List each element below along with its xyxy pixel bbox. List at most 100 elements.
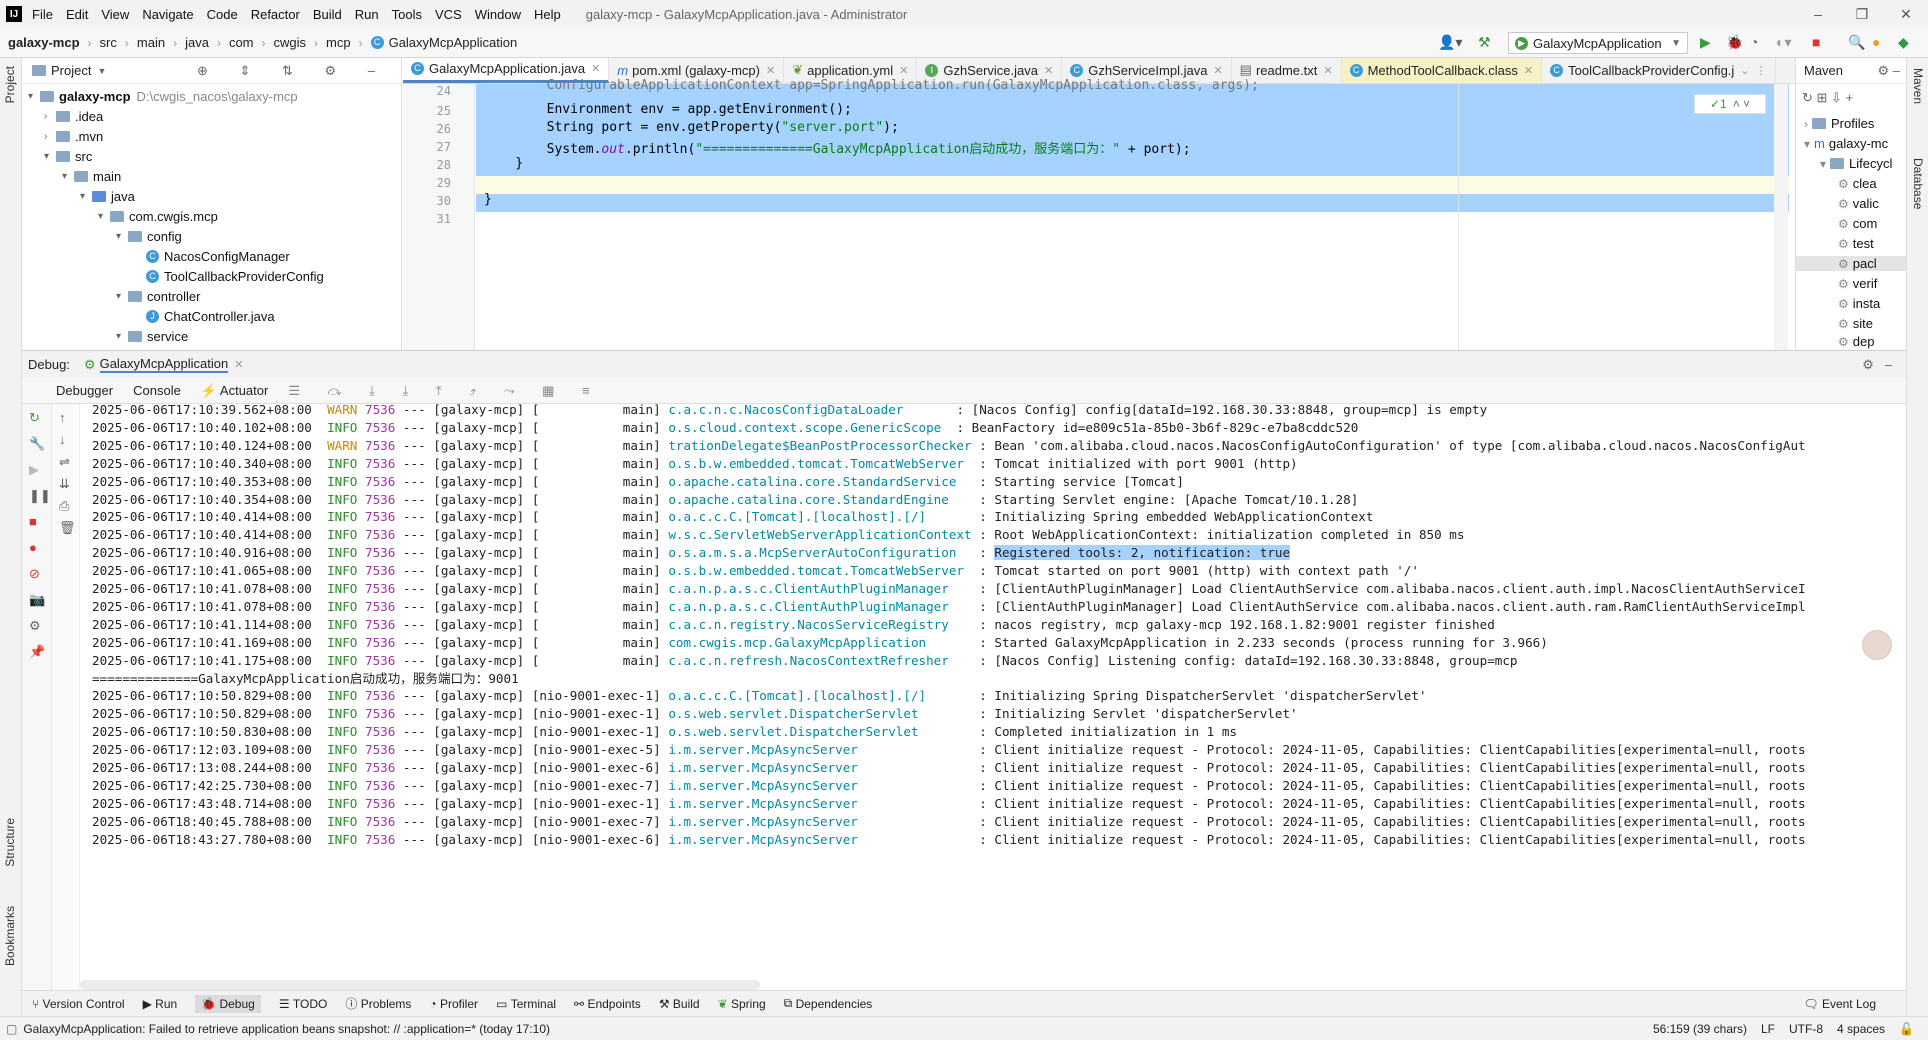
wrench-icon[interactable]: 🔧: [29, 436, 45, 452]
chevron-down-icon[interactable]: ⌄: [1740, 64, 1749, 77]
close-icon[interactable]: ✕: [234, 358, 243, 371]
tab-actuator[interactable]: ⚡ Actuator: [201, 383, 269, 399]
tree-item-idea[interactable]: › .idea: [44, 106, 103, 126]
event-log[interactable]: 🗨 Event Log: [1803, 997, 1876, 1011]
menu-view[interactable]: View: [101, 7, 129, 22]
project-toolbar-icons[interactable]: ⊕ ⇕ ⇅ ⚙ –: [197, 63, 389, 79]
arrow-up-icon[interactable]: ↑: [59, 410, 66, 425]
maven-item-project[interactable]: ▾ m galaxy-mc: [1804, 136, 1888, 151]
maven-goal-deploy[interactable]: ⚙ dep: [1838, 334, 1874, 349]
maven-goal-verify[interactable]: ⚙ verif: [1838, 276, 1877, 291]
caret-position[interactable]: 56:159 (39 chars): [1653, 1022, 1747, 1036]
tree-item-package[interactable]: ▾ com.cwgis.mcp: [98, 206, 218, 226]
menu-build[interactable]: Build: [313, 7, 342, 22]
tree-root[interactable]: ▾ galaxy-mcp D:\cwgis_nacos\galaxy-mcp: [28, 86, 298, 106]
maven-goal-compile[interactable]: ⚙ com: [1838, 216, 1877, 231]
pause-icon[interactable]: ❚❚: [29, 488, 51, 504]
square-icon[interactable]: ▢: [6, 1022, 17, 1036]
tool-todo[interactable]: ☰ TODO: [279, 997, 328, 1011]
close-icon[interactable]: ✕: [1323, 64, 1332, 77]
menu-edit[interactable]: Edit: [66, 7, 88, 22]
maven-toolbar[interactable]: ↻ ⊞ ⇩ +: [1802, 90, 1853, 106]
maven-goal-package[interactable]: ⚙ pacl: [1796, 256, 1907, 271]
update-icon[interactable]: ●: [1872, 34, 1880, 50]
breadcrumb-mcp[interactable]: mcp: [326, 35, 351, 50]
indent-setting[interactable]: 4 spaces: [1837, 1022, 1885, 1036]
tool-dependencies[interactable]: ⧉ Dependencies: [784, 996, 873, 1011]
tree-item-config[interactable]: ▾ config: [116, 226, 182, 246]
stop-icon[interactable]: ■: [29, 514, 37, 529]
project-view-label[interactable]: Project: [51, 63, 91, 78]
menu-navigate[interactable]: Navigate: [142, 7, 193, 22]
menu-code[interactable]: Code: [207, 7, 238, 22]
tool-version-control[interactable]: ⑂ Version Control: [32, 997, 125, 1011]
debug-toolbar-icons[interactable]: ☰ ⤼ ⤓ ⤓ ⤒ ⤴ ⤳ ▦ ≡: [288, 383, 601, 399]
console-horizontal-scrollbar[interactable]: [80, 980, 760, 990]
restore-icon[interactable]: ❐: [1840, 0, 1884, 28]
maven-item-lifecycle[interactable]: ▾ Lifecycl: [1820, 156, 1892, 171]
tool-debug[interactable]: 🐞 Debug: [195, 994, 261, 1013]
breadcrumb-com[interactable]: com: [229, 35, 254, 50]
tab-debugger[interactable]: Debugger: [56, 383, 113, 398]
maven-item-profiles[interactable]: › Profiles: [1804, 116, 1874, 131]
tree-item-chatcontroller[interactable]: J ChatController.java: [146, 306, 275, 326]
close-icon[interactable]: ✕: [1213, 64, 1222, 77]
editor-scrollbar[interactable]: [1774, 84, 1788, 350]
run-icon[interactable]: ▶: [1700, 34, 1711, 51]
close-icon[interactable]: ✕: [1044, 64, 1053, 77]
coverage-icon[interactable]: ◔: [1750, 34, 1758, 50]
maven-goal-install[interactable]: ⚙ insta: [1838, 296, 1880, 311]
gear-icon[interactable]: ⚙ –: [1862, 357, 1892, 373]
tool-profiler[interactable]: ◔ Profiler: [429, 997, 478, 1011]
maven-goal-site[interactable]: ⚙ site: [1838, 316, 1873, 331]
stop-icon[interactable]: ■: [1812, 34, 1820, 50]
tree-item-main[interactable]: ▾ main: [62, 166, 121, 186]
maven-goal-clean[interactable]: ⚙ clea: [1838, 176, 1877, 191]
line-separator[interactable]: LF: [1761, 1022, 1775, 1036]
tool-run[interactable]: ▶ Run: [143, 997, 178, 1011]
mute-breakpoints-icon[interactable]: ⊘: [29, 566, 40, 582]
menu-tools[interactable]: Tools: [392, 7, 422, 22]
tool-build[interactable]: ⚒ Build: [659, 997, 700, 1011]
close-window-icon[interactable]: ✕: [1884, 0, 1928, 28]
settings-icon[interactable]: ⚙: [29, 618, 41, 634]
maven-goal-test[interactable]: ⚙ test: [1838, 236, 1874, 251]
scroll-to-end-icon[interactable]: ⇊: [59, 476, 70, 492]
chevron-down-icon[interactable]: ▼: [97, 66, 106, 76]
user-icon[interactable]: 👤▾: [1438, 34, 1462, 51]
print-icon[interactable]: ⎙: [59, 498, 69, 514]
tool-spring[interactable]: ❦ Spring: [718, 997, 766, 1011]
more-icon[interactable]: ⋮: [1756, 64, 1767, 77]
tree-item-controller[interactable]: ▾ controller: [116, 286, 200, 306]
database-tool-tab[interactable]: Database: [1911, 158, 1925, 209]
bookmarks-tool-tab[interactable]: Bookmarks: [3, 906, 17, 966]
tree-item-java[interactable]: ▾ java: [80, 186, 135, 206]
tool-problems[interactable]: ⓘ Problems: [345, 995, 411, 1012]
debug-session-tab[interactable]: GalaxyMcpApplication: [99, 356, 229, 373]
tree-item-nacosconfigmanager[interactable]: C NacosConfigManager: [146, 246, 290, 266]
minimize-icon[interactable]: –: [1796, 0, 1840, 28]
breadcrumb-main[interactable]: main: [137, 35, 165, 50]
rerun-icon[interactable]: ↻: [29, 410, 40, 426]
close-icon[interactable]: ✕: [766, 64, 775, 77]
view-breakpoints-icon[interactable]: ●: [29, 540, 37, 555]
breadcrumb-src[interactable]: src: [100, 35, 117, 50]
breadcrumb-project[interactable]: galaxy-mcp: [8, 35, 80, 50]
tree-item-src[interactable]: ▾ src: [44, 146, 92, 166]
code-area[interactable]: ConfigurableApplicationContext app=Sprin…: [476, 78, 1795, 350]
tree-item-service[interactable]: ▾ service: [116, 326, 188, 346]
inspection-widget[interactable]: ✓1 ˄ ˅: [1694, 94, 1766, 114]
resume-icon[interactable]: ▶: [29, 462, 39, 478]
maven-tool-tab[interactable]: Maven: [1911, 68, 1925, 104]
console-output[interactable]: 2025-06-06T17:10:39.562+08:00 WARN 7536 …: [80, 404, 1906, 990]
project-tool-tab[interactable]: Project: [3, 66, 17, 103]
file-encoding[interactable]: UTF-8: [1789, 1022, 1823, 1036]
gear-icon[interactable]: ⚙ –: [1878, 63, 1901, 79]
menu-vcs[interactable]: VCS: [435, 7, 462, 22]
breadcrumb-class[interactable]: GalaxyMcpApplication: [389, 35, 518, 50]
maven-goal-validate[interactable]: ⚙ valic: [1838, 196, 1879, 211]
soft-wrap-icon[interactable]: ⇌: [59, 454, 70, 470]
run-configuration-select[interactable]: ▶ GalaxyMcpApplication ▼: [1508, 32, 1688, 54]
hammer-build-icon[interactable]: ⚒: [1478, 34, 1491, 51]
breadcrumb-java[interactable]: java: [185, 35, 209, 50]
